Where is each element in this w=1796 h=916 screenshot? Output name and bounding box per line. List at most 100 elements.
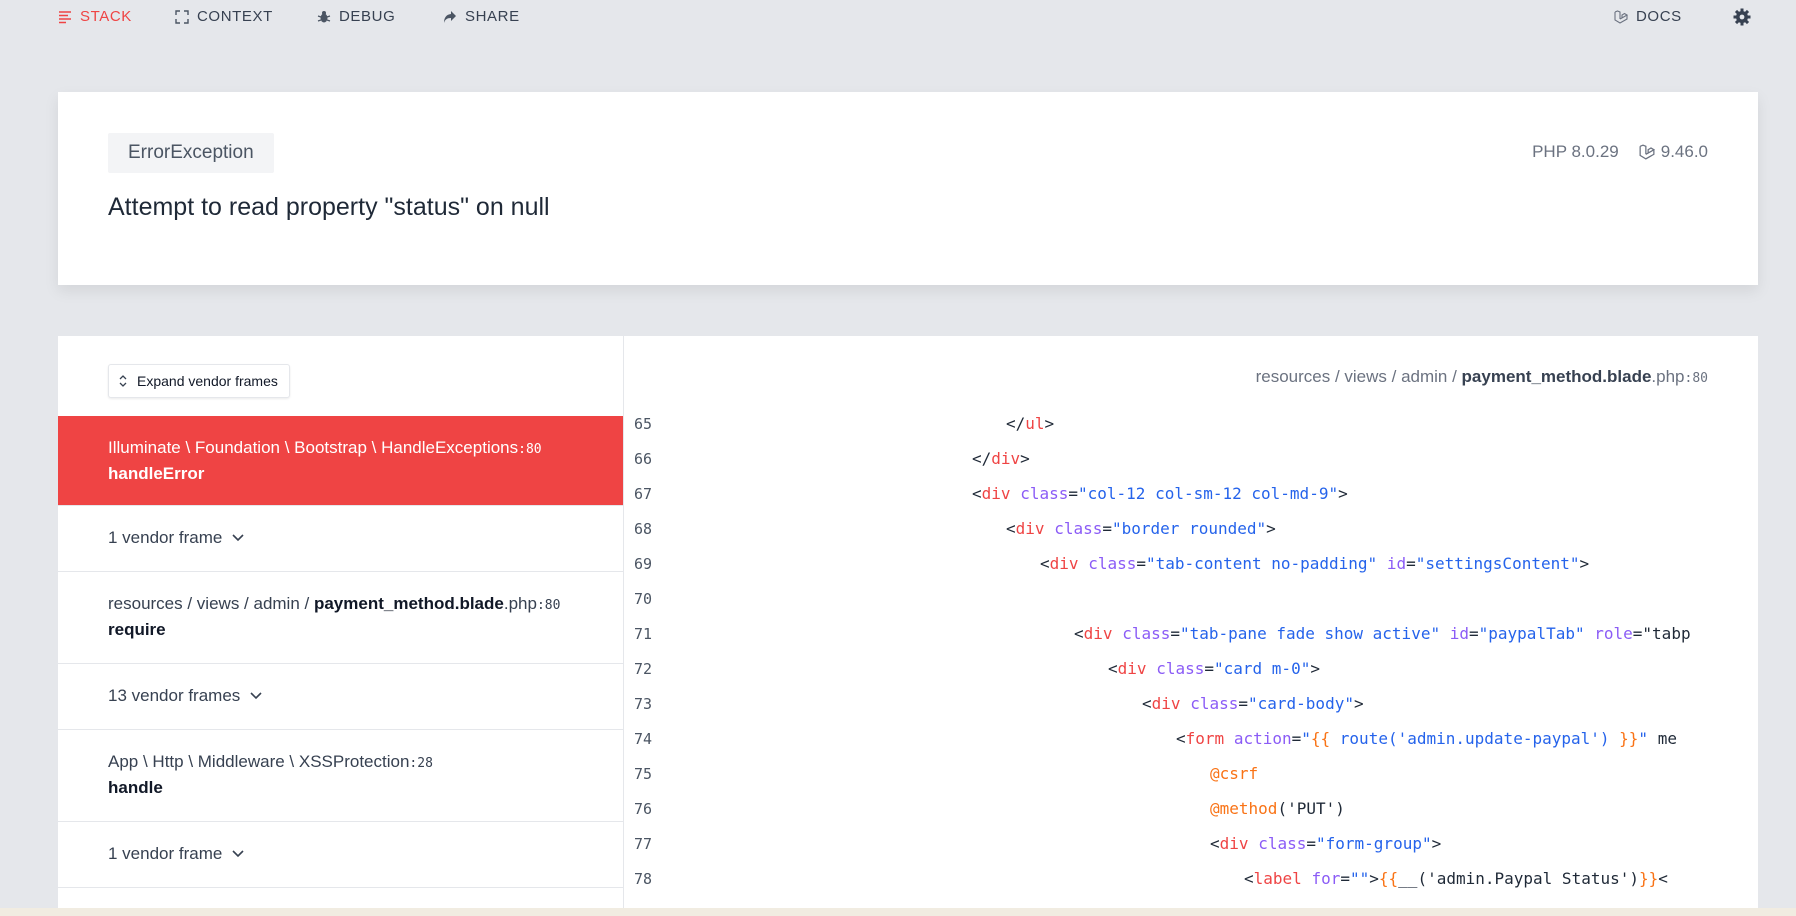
code-line-text: @csrf bbox=[1210, 764, 1259, 783]
code-line-number: 71 bbox=[634, 624, 653, 643]
code-line: 75 @csrf bbox=[624, 756, 1734, 791]
tab-context[interactable]: CONTEXT bbox=[175, 8, 273, 25]
share-icon bbox=[444, 10, 456, 23]
code-line-number: 72 bbox=[634, 659, 653, 678]
chevron-down-icon bbox=[232, 534, 244, 542]
code-line-text: <div class="form-group"> bbox=[1210, 834, 1442, 853]
exception-type-badge: ErrorException bbox=[108, 133, 274, 173]
code-line-number: 73 bbox=[634, 694, 653, 713]
vendor-frames-label: 1 vendor frame bbox=[108, 844, 223, 863]
code-file-path[interactable]: resources / views / admin / payment_meth… bbox=[1256, 367, 1708, 387]
php-version: PHP 8.0.29 bbox=[1532, 142, 1619, 161]
code-line: 71 <div class="tab-pane fade show active"… bbox=[624, 616, 1734, 651]
gear-icon[interactable] bbox=[1732, 7, 1752, 27]
stack-panel: Expand vendor frames Illuminate \ Founda… bbox=[58, 336, 1758, 916]
frame-file-ext: .php bbox=[503, 594, 537, 613]
code-line-text: <div class="col-12 col-sm-12 col-md-9"> bbox=[972, 484, 1348, 503]
version-info: PHP 8.0.29 9.46.0 bbox=[1532, 142, 1708, 162]
code-fade-overlay bbox=[1694, 406, 1734, 916]
stack-frame[interactable]: resources / views / admin / payment_meth… bbox=[58, 572, 623, 664]
code-line-text: <div class="card m-0"> bbox=[1108, 659, 1320, 678]
code-line-text: </div> bbox=[972, 449, 1030, 468]
vendor-frames-toggle[interactable]: 1 vendor frame bbox=[58, 506, 623, 572]
chevron-down-icon bbox=[250, 692, 262, 700]
exception-message: Attempt to read property "status" on nul… bbox=[108, 193, 550, 221]
code-line: 70 bbox=[624, 581, 1734, 616]
frame-path-prefix: resources / views / admin / bbox=[108, 594, 314, 613]
frame-class-path: App \ Http \ Middleware \ XSSProtection bbox=[108, 752, 410, 771]
code-line: 77 <div class="form-group"> bbox=[624, 826, 1734, 861]
code-file-name: payment_method.blade bbox=[1461, 367, 1652, 386]
tab-stack-label: STACK bbox=[80, 8, 132, 25]
frame-line: :80 bbox=[536, 598, 561, 613]
vendor-frames-toggle[interactable]: 1 vendor frame bbox=[58, 822, 623, 888]
code-line-number: 76 bbox=[634, 799, 653, 818]
tab-context-label: CONTEXT bbox=[197, 8, 273, 25]
code-line: 78 <label for="">{{__('admin.Paypal Statu… bbox=[624, 861, 1734, 896]
code-line-text: <div class="tab-content no-padding" id="… bbox=[1040, 554, 1590, 573]
frame-line: :80 bbox=[518, 442, 542, 457]
stack-icon bbox=[59, 10, 71, 23]
code-line: 67 <div class="col-12 col-sm-12 col-md-9"… bbox=[624, 476, 1734, 511]
code-line-number: 69 bbox=[634, 554, 653, 573]
expand-icon bbox=[175, 9, 189, 24]
code-line-text: <label for="">{{__('admin.Paypal Status'… bbox=[1244, 869, 1668, 888]
frame-method: require bbox=[108, 620, 166, 639]
code-line: 76 @method('PUT') bbox=[624, 791, 1734, 826]
code-line-text: </ul> bbox=[1006, 414, 1055, 433]
code-line-number: 77 bbox=[634, 834, 653, 853]
frame-method: handle bbox=[108, 778, 163, 797]
code-line: 69 <div class="tab-content no-padding" id… bbox=[624, 546, 1734, 581]
error-header-card: ErrorException Attempt to read property … bbox=[58, 92, 1758, 285]
frame-file-name: payment_method.blade bbox=[313, 594, 504, 613]
bug-icon bbox=[317, 10, 331, 22]
frame-file: resources / views / admin / payment_meth… bbox=[108, 594, 560, 614]
tab-debug[interactable]: DEBUG bbox=[317, 8, 395, 25]
code-line: 73 <div class="card-body"> bbox=[624, 686, 1734, 721]
frame-method: handleError bbox=[108, 464, 205, 483]
code-path-prefix: resources / views / admin / bbox=[1255, 367, 1462, 386]
expand-vendor-frames-label: Expand vendor frames bbox=[137, 373, 278, 389]
docs-label: DOCS bbox=[1636, 8, 1682, 25]
laravel-version: 9.46.0 bbox=[1639, 142, 1708, 162]
code-line-number: 65 bbox=[634, 414, 653, 433]
code-file-line: :80 bbox=[1684, 371, 1708, 386]
code-line-text: <div class="card-body"> bbox=[1142, 694, 1364, 713]
code-line-text: <form action="{{ route('admin.update-pay… bbox=[1176, 729, 1677, 748]
code-file-ext: .php bbox=[1651, 367, 1685, 386]
laravel-icon bbox=[1614, 9, 1628, 24]
code-viewer: resources / views / admin / payment_meth… bbox=[624, 336, 1758, 916]
docs-link[interactable]: DOCS bbox=[1614, 8, 1682, 25]
laravel-version-label: 9.46.0 bbox=[1660, 142, 1708, 161]
code-line: 74 <form action="{{ route('admin.update-p… bbox=[624, 721, 1734, 756]
tab-debug-label: DEBUG bbox=[339, 8, 396, 25]
frames-list: Expand vendor frames Illuminate \ Founda… bbox=[58, 336, 624, 916]
vendor-frames-toggle[interactable]: 13 vendor frames bbox=[58, 664, 623, 730]
vendor-frames-label: 1 vendor frame bbox=[108, 528, 223, 547]
tab-share-label: SHARE bbox=[465, 8, 520, 25]
code-line-text: <div class="tab-pane fade show active" i… bbox=[1074, 624, 1691, 643]
expand-vendor-frames-button[interactable]: Expand vendor frames bbox=[108, 364, 290, 398]
top-navigation: STACK CONTEXT DEBUG SHARE DOCS bbox=[0, 0, 1796, 36]
vendor-frames-label: 13 vendor frames bbox=[108, 686, 241, 705]
stack-frame[interactable]: App \ Http \ Middleware \ XSSProtection:… bbox=[58, 730, 623, 822]
frame-class: App \ Http \ Middleware \ XSSProtection:… bbox=[108, 752, 433, 772]
code-line-text: <div class="border rounded"> bbox=[1006, 519, 1276, 538]
code-line-number: 78 bbox=[634, 869, 653, 888]
tab-stack[interactable]: STACK bbox=[58, 8, 132, 25]
code-line-number: 66 bbox=[634, 449, 653, 468]
frame-class-path: Illuminate \ Foundation \ Bootstrap \ Ha… bbox=[108, 438, 519, 457]
code-line-number: 75 bbox=[634, 764, 653, 783]
code-line: 68 <div class="border rounded"> bbox=[624, 511, 1734, 546]
code-line-number: 68 bbox=[634, 519, 653, 538]
code-line: 66 </div> bbox=[624, 441, 1734, 476]
code-lines: 65 </ul> 66 </div> 67 <div class="col-12 col-… bbox=[624, 406, 1734, 916]
laravel-icon bbox=[1639, 144, 1655, 160]
code-line-number: 74 bbox=[634, 729, 653, 748]
stack-frame-selected[interactable]: Illuminate \ Foundation \ Bootstrap \ Ha… bbox=[58, 416, 623, 506]
code-line: 72 <div class="card m-0"> bbox=[624, 651, 1734, 686]
chevron-up-down-icon bbox=[119, 375, 127, 387]
frame-line: :28 bbox=[409, 756, 433, 771]
tab-share[interactable]: SHARE bbox=[443, 8, 520, 25]
code-line-text: @method('PUT') bbox=[1210, 799, 1345, 818]
